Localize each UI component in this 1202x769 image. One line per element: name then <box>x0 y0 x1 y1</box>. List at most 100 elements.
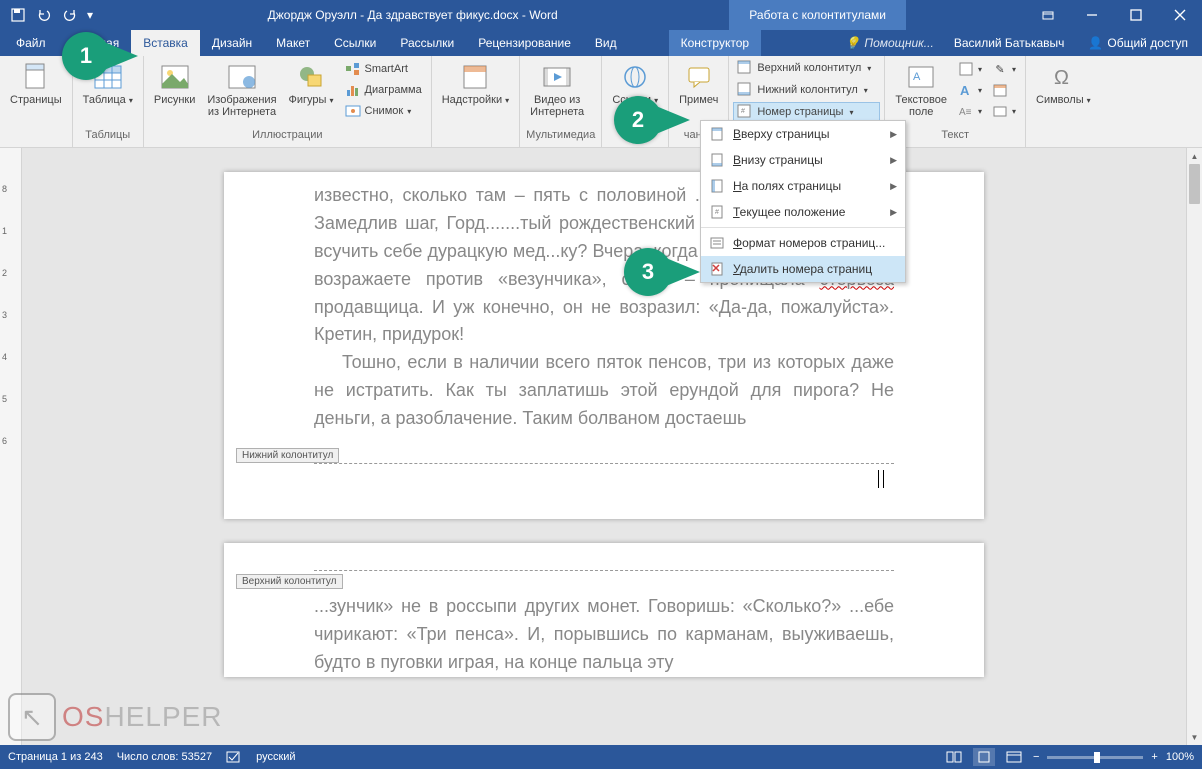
page-number-button[interactable]: #Номер страницы▾ <box>733 102 880 122</box>
screenshot-button[interactable]: Снимок ▾ <box>342 101 425 121</box>
minimize-icon[interactable] <box>1070 0 1114 30</box>
share-button[interactable]: 👤Общий доступ <box>1074 30 1202 56</box>
quickparts-button[interactable]: ▾ <box>955 59 985 79</box>
tab-view[interactable]: Вид <box>583 30 629 56</box>
dd-format-page-numbers[interactable]: Формат номеров страниц... <box>701 230 905 256</box>
status-bar: Страница 1 из 243 Число слов: 53527 русс… <box>0 745 1202 769</box>
page-number-dropdown: Вверху страницы▶ Внизу страницы▶ На поля… <box>700 120 906 283</box>
footer-icon <box>737 82 753 98</box>
online-pictures-icon <box>226 61 258 93</box>
symbols-button[interactable]: Ω Символы ▾ <box>1032 59 1095 109</box>
status-page[interactable]: Страница 1 из 243 <box>8 751 103 763</box>
footer-region[interactable] <box>314 463 894 503</box>
footer-button[interactable]: Нижний колонтитул▾ <box>733 80 880 100</box>
dd-top-of-page[interactable]: Вверху страницы▶ <box>701 121 905 147</box>
smartart-button[interactable]: SmartArt <box>342 59 425 79</box>
pages-button[interactable]: Страницы <box>6 59 66 108</box>
addins-icon <box>459 61 491 93</box>
tab-design[interactable]: Дизайн <box>200 30 264 56</box>
window-controls <box>1026 0 1202 30</box>
tab-constructor[interactable]: Конструктор <box>669 30 761 56</box>
scroll-up-icon[interactable]: ▲ <box>1187 148 1202 164</box>
addins-button[interactable]: Надстройки ▾ <box>438 59 513 109</box>
svg-text:A≡: A≡ <box>959 107 972 118</box>
vertical-scrollbar[interactable]: ▲ ▼ <box>1186 148 1202 745</box>
signature-icon: ✎ <box>992 61 1008 77</box>
video-icon <box>541 61 573 93</box>
page-2: Верхний колонтитул ...зунчик» не в россы… <box>224 543 984 677</box>
zoom-out-icon[interactable]: − <box>1033 751 1039 763</box>
status-language[interactable]: русский <box>256 751 295 763</box>
view-print-icon[interactable] <box>973 748 995 766</box>
vertical-ruler[interactable]: 8 1 2 3 4 5 6 <box>0 148 22 745</box>
svg-text:#: # <box>715 209 719 216</box>
close-icon[interactable] <box>1158 0 1202 30</box>
header-button[interactable]: Верхний колонтитул▾ <box>733 58 880 78</box>
share-icon: 👤 <box>1088 36 1103 50</box>
pictures-button[interactable]: Рисунки <box>150 59 200 108</box>
pagenum-icon: # <box>737 104 753 120</box>
text-box-button[interactable]: A Текстовое поле <box>891 59 951 120</box>
scrollbar-thumb[interactable] <box>1189 164 1200 204</box>
page-top-icon <box>709 126 725 142</box>
page-canvas[interactable]: известно, сколько там – пять с половиной… <box>22 148 1186 745</box>
smartart-icon <box>345 61 361 77</box>
online-video-button[interactable]: Видео из Интернета <box>526 59 588 120</box>
user-name[interactable]: Василий Батькавыч <box>944 30 1075 56</box>
pictures-icon <box>159 61 191 93</box>
tab-insert[interactable]: Вставка <box>131 30 200 56</box>
tab-layout[interactable]: Макет <box>264 30 322 56</box>
zoom-level[interactable]: 100% <box>1166 751 1194 763</box>
tab-references[interactable]: Ссылки <box>322 30 388 56</box>
undo-icon[interactable] <box>32 3 56 27</box>
wordart-button[interactable]: A▾ <box>955 80 985 100</box>
chart-button[interactable]: Диаграмма <box>342 80 425 100</box>
spellcheck-icon[interactable] <box>226 750 242 764</box>
signature-button[interactable]: ✎▾ <box>989 59 1019 79</box>
footer-label-tag: Нижний колонтитул <box>236 448 339 463</box>
redo-icon[interactable] <box>58 3 82 27</box>
view-read-icon[interactable] <box>943 748 965 766</box>
comments-button[interactable]: Примеч <box>675 59 722 108</box>
dd-current-position[interactable]: #Текущее положение▶ <box>701 199 905 225</box>
document-area: 8 1 2 3 4 5 6 известно, сколько там – пя… <box>0 148 1202 745</box>
tell-me-helper[interactable]: 💡Помощник... <box>835 30 943 56</box>
text-cursor <box>878 470 884 488</box>
dd-remove-page-numbers[interactable]: Удалить номера страниц <box>701 256 905 282</box>
tab-review[interactable]: Рецензирование <box>466 30 583 56</box>
svg-text:Ω: Ω <box>1054 67 1069 89</box>
symbol-icon: Ω <box>1047 61 1079 93</box>
tab-file[interactable]: Файл <box>0 30 62 56</box>
qat-customize-icon[interactable]: ▾ <box>84 3 96 27</box>
body-text-page2: ...зунчик» не в россыпи других монет. Го… <box>314 593 894 677</box>
header-label-tag: Верхний колонтитул <box>236 574 343 589</box>
callout-marker-2: 2 <box>614 96 662 144</box>
datetime-button[interactable] <box>989 80 1019 100</box>
zoom-in-icon[interactable]: + <box>1151 751 1157 763</box>
zoom-slider[interactable] <box>1047 756 1143 759</box>
callout-marker-3: 3 <box>624 248 672 296</box>
lightbulb-icon: 💡 <box>845 36 860 50</box>
format-icon <box>709 235 725 251</box>
object-button[interactable]: ▾ <box>989 101 1019 121</box>
scroll-down-icon[interactable]: ▼ <box>1187 729 1202 745</box>
header-icon <box>737 60 753 76</box>
titlebar: ▾ Джордж Оруэлл - Да здравствует фикус.d… <box>0 0 1202 30</box>
svg-text:A: A <box>960 83 970 97</box>
ribbon-display-icon[interactable] <box>1026 0 1070 30</box>
header-region[interactable] <box>314 543 894 571</box>
chart-icon <box>345 82 361 98</box>
remove-icon <box>709 261 725 277</box>
ribbon-tabs: Файл Главная Вставка Дизайн Макет Ссылки… <box>0 30 1202 56</box>
tab-mailings[interactable]: Рассылки <box>388 30 466 56</box>
save-icon[interactable] <box>6 3 30 27</box>
shapes-button[interactable]: Фигуры ▾ <box>285 59 338 109</box>
ribbon: Страницы Таблица ▾ Таблицы Рисунки Изобр… <box>0 56 1202 148</box>
dd-bottom-of-page[interactable]: Внизу страницы▶ <box>701 147 905 173</box>
dd-page-margins[interactable]: На полях страницы▶ <box>701 173 905 199</box>
online-pictures-button[interactable]: Изображения из Интернета <box>203 59 280 120</box>
dropcap-button[interactable]: A≡▾ <box>955 101 985 121</box>
maximize-icon[interactable] <box>1114 0 1158 30</box>
view-web-icon[interactable] <box>1003 748 1025 766</box>
status-words[interactable]: Число слов: 53527 <box>117 751 212 763</box>
